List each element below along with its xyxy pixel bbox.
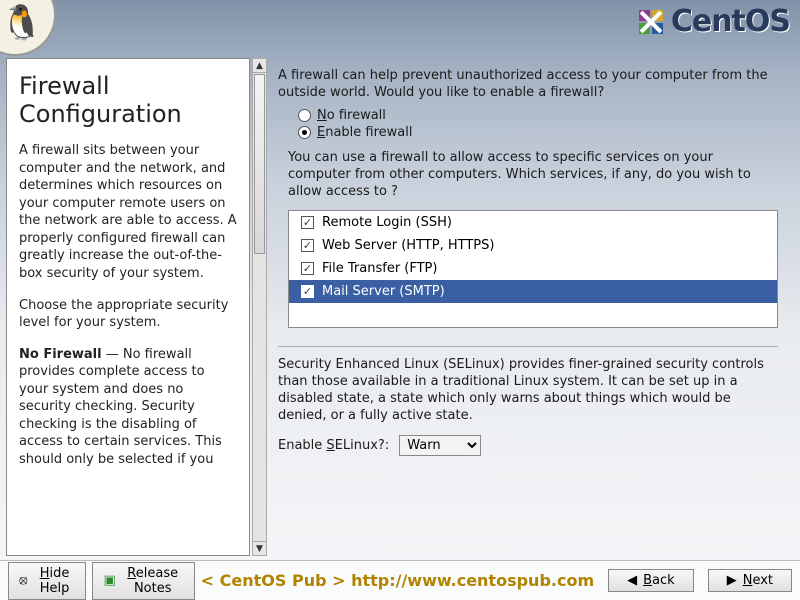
centos-logo-icon <box>635 6 667 38</box>
radio-no-firewall[interactable]: No firewall <box>298 108 786 123</box>
services-intro: You can use a firewall to allow access t… <box>288 150 778 201</box>
selinux-label: Enable SELinux?: <box>278 438 389 453</box>
service-label: Remote Login (SSH) <box>322 215 452 230</box>
brand-text: CentOS <box>671 4 790 39</box>
radio-label: Enable firewall <box>317 125 413 140</box>
button-label: Next <box>743 573 773 588</box>
checkbox-icon[interactable]: ✓ <box>301 285 314 298</box>
selinux-row: Enable SELinux?: Warn <box>278 435 786 456</box>
content-panel: A firewall can help prevent unauthorized… <box>256 58 794 556</box>
services-listbox[interactable]: ✓ Remote Login (SSH) ✓ Web Server (HTTP, HT… <box>288 210 778 328</box>
radio-icon <box>298 109 311 122</box>
scroll-up-icon[interactable]: ▲ <box>253 59 266 73</box>
firewall-radio-group: No firewall Enable firewall <box>298 108 786 140</box>
help-panel: Firewall Configuration A firewall sits b… <box>6 58 250 556</box>
button-label: Release Notes <box>122 566 184 596</box>
hide-icon: ⦻ <box>19 574 28 587</box>
selinux-dropdown[interactable]: Warn <box>399 435 481 456</box>
arrow-left-icon: ◀ <box>627 574 637 587</box>
help-paragraph: A firewall sits between your computer an… <box>19 142 237 282</box>
next-button[interactable]: ▶ Next <box>708 569 792 592</box>
help-term: No Firewall <box>19 347 102 362</box>
help-paragraph: No Firewall — No firewall provides compl… <box>19 346 237 469</box>
service-label: Web Server (HTTP, HTTPS) <box>322 238 494 253</box>
radio-icon <box>298 126 311 139</box>
button-label: Back <box>643 573 675 588</box>
help-scrollbar[interactable]: ▲ ▼ <box>252 58 267 556</box>
release-notes-button[interactable]: ▣ Release Notes <box>92 562 194 600</box>
hide-help-button[interactable]: ⦻ Hide Help <box>8 562 86 600</box>
selinux-intro: Security Enhanced Linux (SELinux) provid… <box>278 357 778 425</box>
radio-label: No firewall <box>317 108 386 123</box>
penguin-icon: 🐧 <box>1 6 43 40</box>
help-text: — No firewall provides complete access t… <box>19 347 222 467</box>
notes-icon: ▣ <box>103 574 115 587</box>
service-row[interactable]: ✓ File Transfer (FTP) <box>289 257 777 280</box>
checkbox-icon[interactable]: ✓ <box>301 216 314 229</box>
header: CentOS <box>635 0 800 39</box>
divider <box>278 346 778 347</box>
service-row[interactable]: ✓ Mail Server (SMTP) <box>289 280 777 303</box>
main: Firewall Configuration A firewall sits b… <box>6 58 794 556</box>
help-paragraph: Choose the appropriate security level fo… <box>19 297 237 332</box>
back-button[interactable]: ◀ Back <box>608 569 694 592</box>
help-title: Firewall Configuration <box>19 73 237 128</box>
firewall-intro: A firewall can help prevent unauthorized… <box>278 68 786 102</box>
footer: ⦻ Hide Help ▣ Release Notes < CentOS Pub… <box>0 560 800 600</box>
scroll-down-icon[interactable]: ▼ <box>253 541 266 555</box>
radio-enable-firewall[interactable]: Enable firewall <box>298 125 786 140</box>
help-body: A firewall sits between your computer an… <box>19 142 237 468</box>
checkbox-icon[interactable]: ✓ <box>301 239 314 252</box>
button-label: Hide Help <box>34 566 76 596</box>
service-row[interactable]: ✓ Remote Login (SSH) <box>289 211 777 234</box>
arrow-right-icon: ▶ <box>727 574 737 587</box>
service-label: File Transfer (FTP) <box>322 261 437 276</box>
tux-badge: 🐧 <box>0 0 56 56</box>
watermark: < CentOS Pub > http://www.centospub.com <box>201 571 594 590</box>
service-row[interactable]: ✓ Web Server (HTTP, HTTPS) <box>289 234 777 257</box>
checkbox-icon[interactable]: ✓ <box>301 262 314 275</box>
service-label: Mail Server (SMTP) <box>322 284 445 299</box>
nav-buttons: ◀ Back ▶ Next <box>608 569 792 592</box>
scroll-thumb[interactable] <box>254 74 265 254</box>
